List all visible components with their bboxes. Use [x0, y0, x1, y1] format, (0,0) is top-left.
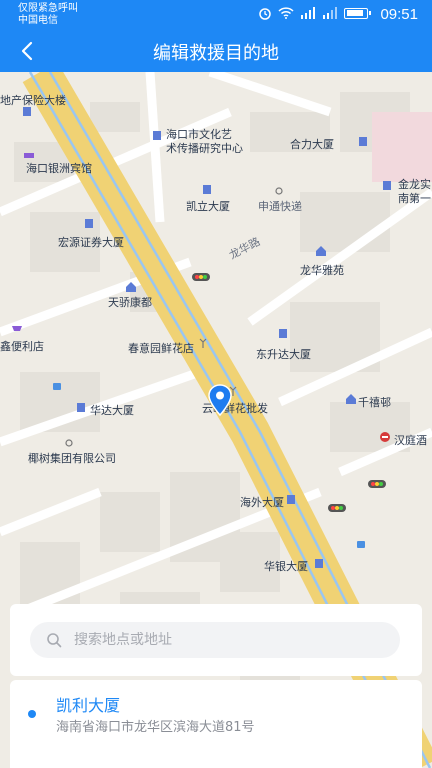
- map-label: 鑫便利店: [0, 340, 44, 353]
- building-icon: [203, 185, 211, 194]
- map-label: 春意园鲜花店: [128, 342, 194, 355]
- search-icon: [47, 633, 62, 648]
- carrier-name: 中国电信: [18, 15, 58, 26]
- flower-shop-icon: [199, 338, 207, 348]
- search-card: [10, 604, 422, 676]
- building-icon: [287, 495, 295, 504]
- map-label: 凯立大厦: [186, 200, 230, 213]
- building-icon: [383, 181, 391, 190]
- building-icon: [153, 131, 161, 140]
- building-icon: [279, 329, 287, 338]
- map-label: 华达大厦: [90, 404, 134, 417]
- signal-nosim-icon: [323, 7, 337, 19]
- map-label: 汉庭酒: [394, 434, 427, 447]
- status-bar: 仅限紧急呼叫 中国电信 09:51: [0, 0, 432, 30]
- map-label: 申通快递: [258, 200, 302, 213]
- selected-dot-icon: [28, 710, 36, 718]
- wifi-icon: [278, 7, 294, 19]
- selected-location-card[interactable]: 凯利大厦 海南省海口市龙华区滨海大道81号: [10, 680, 422, 768]
- map-label: 宏源证券大厦: [58, 236, 124, 249]
- shop-icon: [12, 326, 22, 331]
- residence-icon: [346, 394, 356, 404]
- map-label: 海外大厦: [240, 496, 284, 509]
- place-dot-icon: [65, 439, 73, 447]
- building-icon: [359, 137, 367, 146]
- building-icon: [77, 403, 85, 412]
- map-label: 华银大厦: [264, 560, 308, 573]
- alarm-icon: [259, 8, 271, 20]
- map-label: 东升达大厦: [256, 348, 311, 361]
- map-label: 海口银洲宾馆: [26, 162, 92, 175]
- location-address: 海南省海口市龙华区滨海大道81号: [56, 720, 255, 735]
- map-label: 千禧邨: [358, 396, 391, 409]
- map-label: 南第一: [398, 192, 431, 205]
- battery-icon: [344, 7, 371, 19]
- search-input[interactable]: [74, 632, 374, 648]
- building-icon: [85, 219, 93, 228]
- map-label: 地产保险大楼: [0, 94, 66, 107]
- map-label: 术传播研究中心: [166, 142, 243, 155]
- bus-stop-icon: [357, 541, 365, 548]
- map-label: 合力大厦: [290, 138, 334, 151]
- map-label: 椰树集团有限公司: [28, 452, 116, 465]
- clock: 09:51: [380, 6, 418, 23]
- hotel-icon: [24, 153, 34, 158]
- nav-bar: 编辑救援目的地: [0, 30, 432, 72]
- location-pin-icon[interactable]: [208, 384, 232, 416]
- residence-icon: [316, 246, 326, 256]
- place-dot-icon: [275, 187, 283, 195]
- search-box[interactable]: [30, 622, 400, 658]
- bus-stop-icon: [53, 383, 61, 390]
- hotel-badge-icon: [380, 432, 390, 442]
- status-icons: [258, 6, 371, 20]
- traffic-light-icon: [192, 273, 210, 281]
- map-label: 龙华雅苑: [300, 264, 344, 277]
- building-icon: [315, 559, 323, 568]
- location-name: 凯利大厦: [56, 696, 121, 715]
- page-title: 编辑救援目的地: [153, 43, 279, 64]
- map-label: 天骄康都: [108, 296, 152, 309]
- residence-icon: [126, 282, 136, 292]
- signal-icon: [301, 7, 315, 19]
- carrier-text: 仅限紧急呼叫: [18, 3, 78, 14]
